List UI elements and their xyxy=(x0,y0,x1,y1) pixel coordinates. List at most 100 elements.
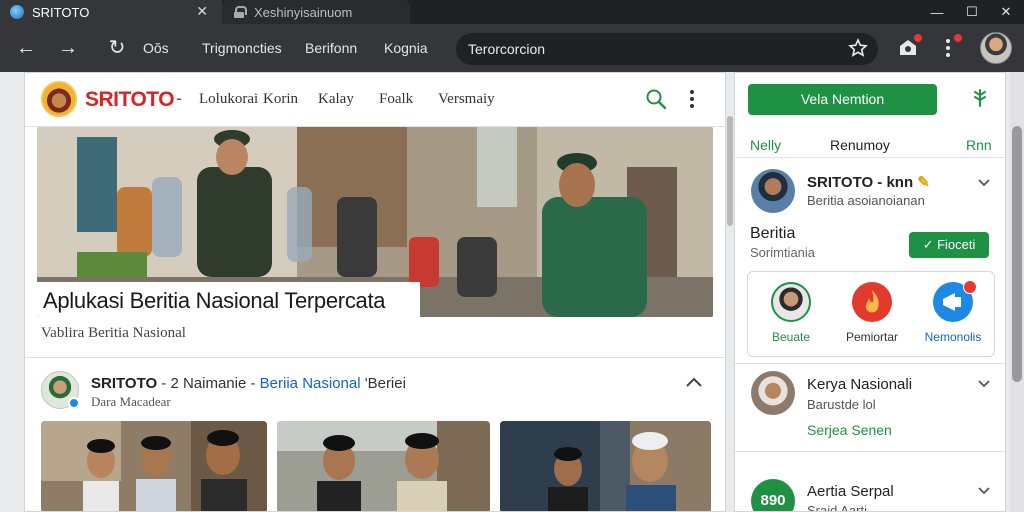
browser-tab-title: Xeshinyisainuom xyxy=(254,4,353,20)
site-nav-item[interactable]: Lolukorai xyxy=(199,91,258,108)
post-meta-sep: - 2 Naimanie xyxy=(157,375,251,392)
hero-image[interactable]: Aplukasi Beritia Nasional Terpercata xyxy=(37,127,713,317)
quick-link-label: Pemiortar xyxy=(845,330,898,344)
lock-icon xyxy=(234,6,247,18)
extension-icon[interactable] xyxy=(896,33,923,60)
site-nav-item[interactable]: Korin xyxy=(263,91,298,108)
quick-link-label: Beuate xyxy=(771,330,811,344)
site-nav-item[interactable]: Kalay xyxy=(318,91,354,108)
hero-caption: Aplukasi Beritia Nasional Terpercata xyxy=(37,282,420,317)
quick-links: Beuate Pemiortar Nemonolis xyxy=(747,271,995,357)
thumbnail-photo xyxy=(500,421,711,511)
browser-tab-title: SRITOTO xyxy=(32,4,90,20)
divider xyxy=(25,357,725,358)
site-header: SRITOTO - Lolukorai Korin Kalay Foalk Ve… xyxy=(25,73,725,127)
kebab-menu-icon[interactable] xyxy=(688,88,696,110)
bookmark-item[interactable]: Oŏs xyxy=(143,40,169,56)
post-thumbnail[interactable] xyxy=(277,421,490,511)
channel-avatar[interactable]: 890 xyxy=(751,479,795,511)
thumbnail-photo xyxy=(277,421,490,511)
site-nav-item[interactable]: Versmaiy xyxy=(438,91,495,108)
page-viewport: SRITOTO - Lolukorai Korin Kalay Foalk Ve… xyxy=(0,72,1024,512)
site-logo[interactable] xyxy=(41,81,77,117)
chevron-down-icon[interactable] xyxy=(978,380,990,388)
address-bar[interactable]: Terorcorcion xyxy=(456,33,878,65)
notification-badge xyxy=(963,280,977,294)
scrollbar-thumb[interactable] xyxy=(1012,126,1022,382)
cta-button[interactable]: Vela Nemtion xyxy=(748,84,937,115)
main-content: SRITOTO - Lolukorai Korin Kalay Foalk Ve… xyxy=(24,72,726,512)
browser-tabstrip: SRITOTO ✕ Xeshinyisainuom — ☐ ✕ xyxy=(0,0,1024,24)
search-icon[interactable] xyxy=(645,88,667,110)
quick-link-label: Nemonolis xyxy=(924,330,982,344)
tab-renumoy[interactable]: Renumoy xyxy=(830,137,890,153)
post-thumbnail[interactable] xyxy=(500,421,711,511)
sidebar-tabs: Nelly Renumoy Rnn xyxy=(735,131,1005,157)
chevron-up-icon[interactable] xyxy=(685,375,703,389)
quick-link-pemiortar[interactable]: Pemiortar xyxy=(832,282,912,344)
channel-avatar[interactable] xyxy=(751,169,795,213)
channel-title[interactable]: SRITOTO - knn ✎ xyxy=(807,173,930,191)
quick-link-nemonolis[interactable]: Nemonolis xyxy=(913,280,993,344)
maximize-icon[interactable]: ☐ xyxy=(955,0,989,24)
more-menu-icon[interactable] xyxy=(936,33,963,60)
post-meta: SRITOTO - 2 Naimanie - Beriia Nasional '… xyxy=(91,375,406,392)
channel-avatar[interactable] xyxy=(751,371,795,415)
channel-subtitle: Beritia asoianoianan xyxy=(807,193,925,208)
tab-nelly[interactable]: Nelly xyxy=(750,137,781,153)
section-title: Beritia xyxy=(750,225,796,242)
notification-badge xyxy=(913,33,923,43)
section-subtitle: Sorimtiania xyxy=(750,245,816,260)
post-category[interactable]: Beriia Nasional xyxy=(260,375,361,392)
site-nav-item[interactable]: Foalk xyxy=(379,91,413,108)
browser-tab-inactive[interactable]: Xeshinyisainuom xyxy=(222,0,410,24)
browser-tab-active[interactable]: SRITOTO ✕ xyxy=(0,0,222,24)
leaf-icon[interactable] xyxy=(972,89,988,107)
thumbnail-photo xyxy=(41,421,267,511)
minimize-icon[interactable]: — xyxy=(920,0,954,24)
card-title[interactable]: Aertia Serpal xyxy=(807,483,894,500)
card-tag[interactable]: Serjea Senen xyxy=(807,422,892,438)
reload-icon[interactable]: ↻ xyxy=(105,36,129,60)
trophy-icon: ✎ xyxy=(917,174,930,191)
site-name[interactable]: SRITOTO xyxy=(85,88,175,112)
site-name-dash: - xyxy=(176,88,182,108)
bookmark-item[interactable]: Trigmoncties xyxy=(202,40,282,56)
hero-title[interactable]: Aplukasi Beritia Nasional Terpercata xyxy=(43,288,414,314)
post-author[interactable]: SRITOTO xyxy=(91,375,157,392)
follow-button[interactable]: ✓ Fioceti xyxy=(909,232,989,258)
avatar xyxy=(771,282,811,322)
close-icon[interactable]: ✕ xyxy=(196,3,208,20)
address-text: Terorcorcion xyxy=(468,41,546,57)
right-sidebar: Vela Nemtion Nelly Renumoy Rnn SRITOTO -… xyxy=(734,72,1006,512)
back-arrow-icon[interactable]: ← xyxy=(14,36,38,60)
chevron-down-icon[interactable] xyxy=(978,487,990,495)
flame-icon xyxy=(852,282,892,322)
bookmark-item[interactable]: Kognia xyxy=(384,40,428,56)
site-favicon-icon xyxy=(10,5,24,19)
tab-rnn[interactable]: Rnn xyxy=(966,137,992,153)
post-meta-extra: 'Beriei xyxy=(360,375,406,392)
card-title[interactable]: Kerya Nasionali xyxy=(807,376,912,393)
post-meta-dash: - xyxy=(250,375,260,392)
profile-avatar[interactable] xyxy=(980,32,1012,64)
main-scrollbar[interactable] xyxy=(727,116,733,226)
forward-arrow-icon[interactable]: → xyxy=(56,36,80,60)
hero-subtitle: Vablira Beritia Nasional xyxy=(41,325,186,341)
browser-toolbar: ← → ↻ Oŏs Trigmoncties Berifonn Kognia T… xyxy=(0,24,1024,72)
window-close-icon[interactable]: ✕ xyxy=(989,0,1023,24)
divider xyxy=(735,157,1005,158)
quick-link-beuate[interactable]: Beuate xyxy=(751,282,831,344)
card-subtitle: Sraid Aarti xyxy=(807,503,867,512)
bookmark-star-icon[interactable] xyxy=(848,38,868,58)
divider xyxy=(735,363,1005,364)
post-subtitle: Dara Macadear xyxy=(91,394,171,409)
megaphone-icon xyxy=(933,280,977,322)
post-thumbnail[interactable] xyxy=(41,421,267,511)
chevron-down-icon[interactable] xyxy=(978,179,990,187)
verified-badge-icon xyxy=(68,397,80,409)
card-subtitle: Barustde lol xyxy=(807,397,876,412)
channel-title-text: SRITOTO - knn xyxy=(807,174,914,191)
notification-badge xyxy=(953,33,963,43)
bookmark-item[interactable]: Berifonn xyxy=(305,40,357,56)
